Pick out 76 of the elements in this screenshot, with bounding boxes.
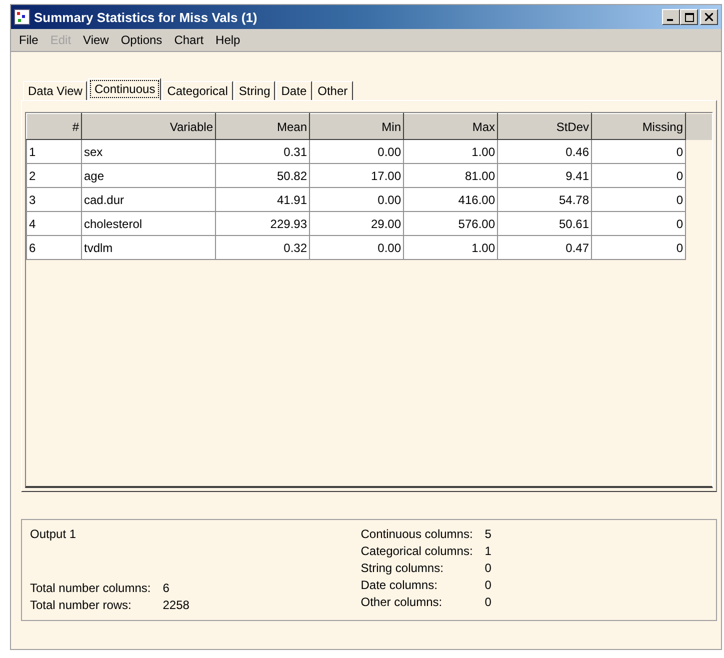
- stat-label: Total number columns:: [30, 580, 151, 597]
- table-cell: 6: [26, 236, 82, 260]
- stat-value: 0: [484, 577, 492, 594]
- column-header[interactable]: #: [26, 114, 82, 140]
- table-cell: 29.00: [310, 212, 404, 236]
- table-cell: 0: [592, 212, 686, 236]
- table-cell: 0.46: [498, 140, 592, 164]
- header-filler: [686, 114, 712, 140]
- table-cell: 0.00: [310, 236, 404, 260]
- stat-value: 2258: [162, 597, 190, 614]
- window-title: Summary Statistics for Miss Vals (1): [34, 10, 258, 24]
- table-cell: age: [82, 164, 216, 188]
- tab[interactable]: Other: [312, 81, 353, 100]
- column-header[interactable]: StDev: [498, 114, 592, 140]
- stat-label: Other columns:: [360, 594, 444, 611]
- table-cell: 1.00: [404, 140, 498, 164]
- stat-value: 0: [484, 560, 492, 577]
- table-cell: 50.61: [498, 212, 592, 236]
- stat-label: Total number rows:: [30, 597, 132, 614]
- tab[interactable]: Date: [276, 81, 312, 100]
- table-cell: 0.47: [498, 236, 592, 260]
- menu-item[interactable]: File: [13, 31, 44, 49]
- table-cell: 0: [592, 164, 686, 188]
- tab[interactable]: Continuous: [88, 78, 162, 100]
- table-cell: 50.82: [216, 164, 310, 188]
- table-cell: 1: [26, 140, 82, 164]
- table-cell: cad.dur: [82, 188, 216, 212]
- table-cell: tvdlm: [82, 236, 216, 260]
- table-cell: 3: [26, 188, 82, 212]
- menu-item[interactable]: Chart: [168, 31, 210, 49]
- table-cell: 81.00: [404, 164, 498, 188]
- column-header[interactable]: Mean: [216, 114, 310, 140]
- stat-value: 5: [484, 526, 492, 543]
- table-cell: 0.00: [310, 140, 404, 164]
- table-cell: 0: [592, 140, 686, 164]
- menu-item[interactable]: View: [77, 31, 115, 49]
- close-icon: [705, 13, 713, 21]
- table-cell: 0: [592, 188, 686, 212]
- table-cell: 416.00: [404, 188, 498, 212]
- table-cell: 0.00: [310, 188, 404, 212]
- menu-item[interactable]: Help: [210, 31, 246, 49]
- table-cell: 576.00: [404, 212, 498, 236]
- table-cell: 0.31: [216, 140, 310, 164]
- menu-item[interactable]: Options: [114, 31, 168, 49]
- table-cell: 0: [592, 236, 686, 260]
- maximize-icon: [684, 12, 694, 22]
- table-cell: 41.91: [216, 188, 310, 212]
- column-header[interactable]: Min: [310, 114, 404, 140]
- output-title: Output 1: [30, 526, 78, 543]
- table-cell: 54.78: [498, 188, 592, 212]
- table-cell: 229.93: [216, 212, 310, 236]
- stat-value: 1: [484, 543, 492, 560]
- tab[interactable]: String: [234, 81, 276, 100]
- table-cell: cholesterol: [82, 212, 216, 236]
- stat-label: Date columns:: [360, 577, 438, 594]
- table-cell: sex: [82, 140, 216, 164]
- tab[interactable]: Data View: [23, 81, 88, 100]
- stat-value: 0: [484, 594, 492, 611]
- table-cell: 4: [26, 212, 82, 236]
- table-cell: 2: [26, 164, 82, 188]
- column-header[interactable]: Variable: [82, 114, 216, 140]
- close-button[interactable]: [700, 9, 718, 25]
- stat-value: 6: [162, 580, 170, 597]
- column-header[interactable]: Max: [404, 114, 498, 140]
- table-cell: 9.41: [498, 164, 592, 188]
- tab[interactable]: Categorical: [162, 81, 233, 100]
- table-cell: 0.32: [216, 236, 310, 260]
- app-icon: [14, 9, 30, 25]
- stat-label: Categorical columns:: [360, 543, 473, 560]
- table-cell: 17.00: [310, 164, 404, 188]
- table-cell: 1.00: [404, 236, 498, 260]
- stat-label: Continuous columns:: [360, 526, 473, 543]
- minimize-button[interactable]: [662, 9, 680, 25]
- stat-label: String columns:: [360, 560, 444, 577]
- maximize-button[interactable]: [680, 9, 698, 25]
- column-header[interactable]: Missing: [592, 114, 686, 140]
